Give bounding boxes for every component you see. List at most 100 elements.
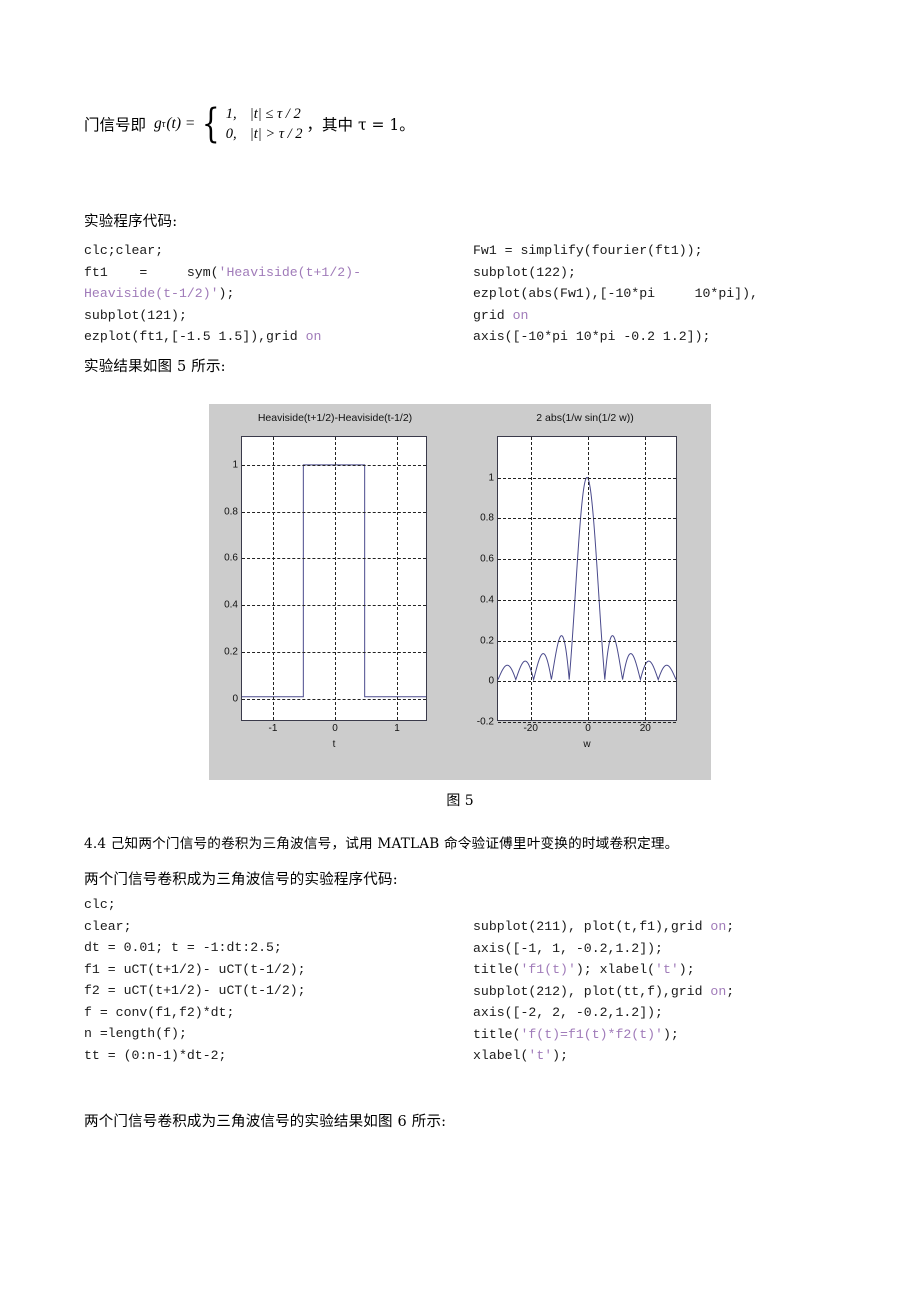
- code-line: subplot(212), plot(tt,f),grid on;: [473, 981, 853, 1003]
- code-token: ;: [726, 919, 735, 934]
- code-token: f = conv(f1,f2)*dt;: [84, 1004, 235, 1020]
- code-token: ezplot(ft1,[-1.5 1.5]),grid: [84, 329, 306, 344]
- formula-tail-text: ，其中 τ = 1。: [306, 116, 415, 134]
- plot-fourier-magnitude-axes: -20 0 20 -0.2 0 0.2 0.4 0.6 0.8 1: [477, 436, 677, 734]
- code-line: ezplot(ft1,[-1.5 1.5]),grid on: [84, 326, 454, 348]
- code-line: dt = 0.01; t = -1:dt:2.5;: [84, 937, 454, 959]
- code-token: Fw1 = simplify(fourier(ft1));: [473, 243, 703, 258]
- x-axis-tick-label: -20: [523, 723, 538, 734]
- code-line: xlabel('t');: [473, 1045, 853, 1067]
- x-axis-tick-label: 0: [332, 723, 338, 734]
- code-line: subplot(121);: [84, 305, 454, 327]
- code-token: ft1 = sym(: [84, 264, 219, 280]
- code-token: 'f(t)=f1(t)*f2(t)': [520, 1026, 663, 1042]
- y-axis-tick-label: 0.2: [224, 646, 238, 658]
- formula-left-brace: {: [202, 100, 220, 147]
- code-line: ft1 = sym('Heaviside(t+1/2)-: [84, 262, 454, 284]
- section2-code-right-column: subplot(211), plot(t,f1),grid on; axis([-…: [473, 916, 853, 1067]
- plot-fourier-magnitude-curve: [498, 437, 676, 720]
- code-line: clc;clear;: [84, 240, 454, 262]
- code-token: title(: [473, 1026, 521, 1042]
- code-token: );: [218, 286, 235, 301]
- y-axis-tick-label: 0.8: [224, 506, 238, 518]
- code-line: grid on: [473, 305, 853, 327]
- y-axis-tick-label: 1: [232, 459, 238, 471]
- code-line: clear;: [84, 916, 454, 938]
- code-line: n =length(f);: [84, 1023, 454, 1045]
- formula-case1-condition: |t| ≤ τ / 2: [249, 106, 301, 122]
- gate-signal-formula: 门信号即 g τ (t) = { 1, |t| ≤ τ / 2 0, |t| > τ…: [84, 104, 415, 144]
- section1-code-right-column: Fw1 = simplify(fourier(ft1)); subplot(122…: [473, 240, 853, 348]
- code-token: tt = (0:n-1)*dt-2;: [84, 1047, 227, 1063]
- formula-case2-value: 0,: [225, 126, 237, 142]
- code-token: axis([-2, 2, -0.2,1.2]);: [473, 1005, 663, 1020]
- y-axis-tick-label: 0.2: [480, 635, 494, 647]
- x-axis-tick-label: -1: [268, 723, 278, 734]
- x-axis-tick-label: 20: [639, 723, 651, 734]
- figure-5: Heaviside(t+1/2)-Heaviside(t-1/2) -1 0 1 0 0…: [209, 404, 711, 780]
- code-line: Heaviside(t-1/2)');: [84, 283, 454, 305]
- y-axis-tick-label: 0: [232, 693, 238, 705]
- code-token: 't': [528, 1048, 553, 1063]
- section2-code-left-column: clc; clear; dt = 0.01; t = -1:dt:2.5; f1 = …: [84, 894, 454, 1066]
- code-token: subplot(211), plot(t,f1),grid: [473, 919, 711, 934]
- code-line: f2 = uCT(t+1/2)- uCT(t-1/2);: [84, 980, 454, 1002]
- code-token: ;: [726, 983, 735, 999]
- y-axis-tick-label: 0.4: [480, 594, 494, 606]
- code-line: subplot(122);: [473, 262, 853, 284]
- plot-gate-signal-xlabel: t: [332, 739, 336, 750]
- formula-function-name: g: [154, 115, 162, 132]
- section1-code-left-column: clc;clear; ft1 = sym('Heaviside(t+1/2)- He…: [84, 240, 454, 348]
- code-token: f1 = uCT(t+1/2)- uCT(t-1/2);: [84, 961, 306, 977]
- code-token: subplot(122);: [473, 264, 576, 280]
- code-token: on: [710, 919, 727, 934]
- code-line: clc;: [84, 894, 454, 916]
- code-line: f1 = uCT(t+1/2)- uCT(t-1/2);: [84, 959, 454, 981]
- code-line: axis([-2, 2, -0.2,1.2]);: [473, 1002, 853, 1024]
- code-token: clear;: [84, 918, 132, 934]
- section2-question: 4.4 己知两个门信号的卷积为三角波信号，试用 MATLAB 命令验证傅里叶变换…: [84, 836, 679, 852]
- code-token: );: [678, 962, 695, 977]
- code-line: tt = (0:n-1)*dt-2;: [84, 1045, 454, 1067]
- code-token: clc;: [84, 897, 116, 912]
- code-token: subplot(121);: [84, 307, 187, 323]
- x-axis-tick-label: 1: [394, 723, 400, 734]
- y-axis-tick-label: 0.6: [224, 552, 238, 564]
- figure-5-caption: 图 5: [446, 793, 474, 809]
- plot-fourier-magnitude-xlabel: w: [583, 739, 591, 750]
- code-token: on: [710, 983, 727, 999]
- code-token: axis([-1, 1, -0.2,1.2]);: [473, 940, 663, 956]
- y-axis-tick-label: 1: [488, 472, 494, 484]
- code-token: grid: [473, 307, 513, 323]
- formula-function-arg: (t) =: [166, 115, 196, 132]
- code-line: title('f(t)=f1(t)*f2(t)');: [473, 1024, 853, 1046]
- code-token: ); xlabel(: [575, 962, 656, 977]
- y-axis-tick-label: 0.4: [224, 599, 238, 611]
- code-line: ezplot(abs(Fw1),[-10*pi 10*pi]),: [473, 283, 853, 305]
- plot-fourier-magnitude-title: 2 abs(1/w sin(1/2 w)): [536, 412, 634, 424]
- code-token: 'Heaviside(t+1/2)-: [218, 264, 361, 280]
- code-token: title(: [473, 962, 521, 977]
- code-line: axis([-1, 1, -0.2,1.2]);: [473, 938, 853, 960]
- formula-case1-value: 1,: [225, 106, 237, 122]
- formula-function-subscript: τ: [161, 118, 166, 130]
- code-line: axis([-10*pi 10*pi -0.2 1.2]);: [473, 326, 853, 348]
- code-token: axis([-10*pi 10*pi -0.2 1.2]);: [473, 329, 711, 344]
- code-token: 'f1(t)': [520, 962, 576, 977]
- y-axis-tick-label: 0.8: [480, 512, 494, 524]
- plot-gate-signal-axes: -1 0 1 0 0.2 0.4 0.6 0.8 1: [224, 436, 427, 734]
- code-token: );: [552, 1048, 568, 1063]
- plot-gate-signal: Heaviside(t+1/2)-Heaviside(t-1/2) -1 0 1 0 0…: [215, 412, 455, 772]
- plot-gate-signal-curve: [242, 437, 426, 720]
- code-token: clc;clear;: [84, 243, 164, 258]
- code-token: Heaviside(t-1/2)': [84, 286, 219, 301]
- code-token: on: [512, 307, 529, 323]
- code-token: on: [305, 329, 322, 344]
- section1-result-heading: 实验结果如图 5 所示:: [84, 359, 226, 375]
- code-token: n =length(f);: [84, 1026, 187, 1041]
- y-axis-tick-label: 0: [488, 675, 494, 687]
- code-line: title('f1(t)'); xlabel('t');: [473, 959, 853, 981]
- code-token: 't': [655, 962, 679, 977]
- document-page: 门信号即 g τ (t) = { 1, |t| ≤ τ / 2 0, |t| > τ…: [0, 0, 920, 1302]
- plot-gate-signal-title: Heaviside(t+1/2)-Heaviside(t-1/2): [257, 412, 413, 424]
